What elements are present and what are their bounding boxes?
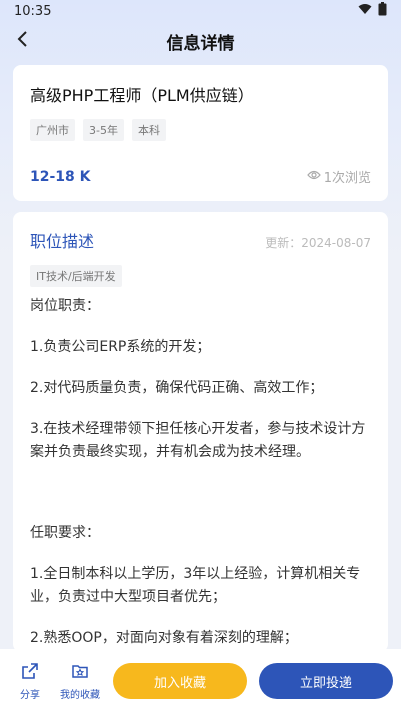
view-count: 1次浏览 bbox=[306, 167, 371, 186]
job-description-card: 职位描述 更新：2024-08-07 IT技术/后端开发 岗位职责： 1.负责公… bbox=[13, 212, 388, 652]
share-button[interactable]: 分享 bbox=[8, 662, 52, 701]
description-line: 任职要求： bbox=[30, 525, 100, 541]
job-tags: 广州市 3-5年 本科 bbox=[30, 119, 371, 141]
my-favorites-button[interactable]: 我的收藏 bbox=[56, 662, 104, 701]
page-title: 信息详情 bbox=[166, 33, 235, 54]
job-summary-card: 高级PHP工程师（PLM供应链） 广州市 3-5年 本科 12-18 K 1次浏… bbox=[13, 65, 388, 201]
share-label: 分享 bbox=[20, 689, 40, 701]
status-bar: 10:35 bbox=[0, 0, 401, 22]
tag-education: 本科 bbox=[131, 119, 166, 141]
wifi-icon bbox=[358, 3, 372, 19]
bottom-action-bar: 分享 我的收藏 加入收藏 立即投递 bbox=[0, 649, 401, 713]
description-line: 3.在技术经理带领下担任核心开发者，参与技术设计方案并负责最终实现，并有机会成为… bbox=[30, 421, 366, 460]
tag-experience: 3-5年 bbox=[83, 119, 124, 141]
description-line: 1.负责公司ERP系统的开发； bbox=[30, 339, 211, 355]
job-title: 高级PHP工程师（PLM供应链） bbox=[30, 86, 254, 105]
description-line: 1.全日制本科以上学历，3年以上经验，计算机相关专业，负责过中大型项目者优先； bbox=[30, 566, 361, 605]
chevron-left-icon bbox=[16, 30, 28, 52]
salary: 12-18 K bbox=[30, 168, 91, 185]
back-button[interactable] bbox=[8, 26, 36, 56]
battery-icon bbox=[378, 2, 387, 20]
category-tag: IT技术/后端开发 bbox=[30, 265, 122, 287]
description-line: 岗位职责： bbox=[30, 298, 100, 314]
status-time: 10:35 bbox=[14, 3, 52, 19]
updated-date: 更新：2024-08-07 bbox=[265, 236, 371, 250]
add-to-favorites-button[interactable]: 加入收藏 bbox=[113, 663, 247, 699]
apply-now-button[interactable]: 立即投递 bbox=[259, 663, 393, 699]
share-icon bbox=[21, 662, 39, 683]
description-heading: 职位描述 bbox=[30, 232, 95, 251]
description-line: 2.熟悉OOP，对面向对象有着深刻的理解； bbox=[30, 630, 298, 646]
description-body: 岗位职责： 1.负责公司ERP系统的开发； 2.对代码质量负责，确保代码正确、高… bbox=[30, 295, 371, 650]
my-favorites-label: 我的收藏 bbox=[60, 689, 100, 701]
eye-icon bbox=[306, 169, 321, 184]
app-bar: 信息详情 bbox=[0, 22, 401, 60]
star-folder-icon bbox=[71, 662, 89, 683]
view-count-text: 1次浏览 bbox=[323, 171, 371, 186]
tag-location: 广州市 bbox=[30, 119, 75, 141]
description-line: 2.对代码质量负责，确保代码正确、高效工作； bbox=[30, 380, 324, 396]
